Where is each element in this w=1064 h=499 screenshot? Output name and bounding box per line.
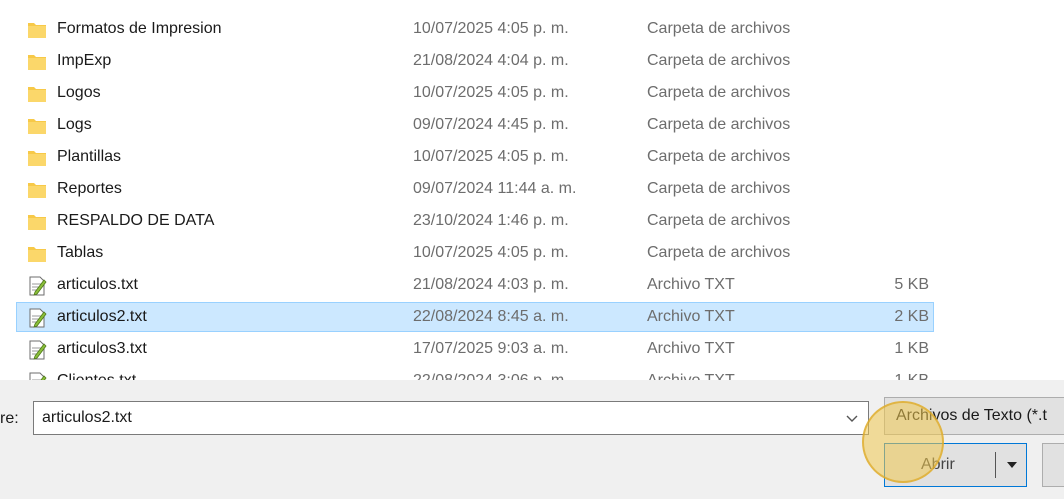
file-type: Carpeta de archivos [647, 244, 791, 261]
text-file-icon [27, 372, 47, 380]
text-file-icon [27, 340, 47, 360]
file-row[interactable]: articulos2.txt 22/08/2024 8:45 a. m. Archi… [16, 302, 934, 332]
file-name: Logos [57, 84, 101, 101]
file-date-modified: 09/07/2024 11:44 a. m. [413, 180, 577, 197]
file-row[interactable]: ImpExp 21/08/2024 4:04 p. m. Carpeta de ar… [16, 46, 934, 76]
file-name: articulos.txt [57, 276, 138, 293]
text-file-icon [27, 308, 47, 328]
folder-icon [27, 212, 47, 232]
file-date-modified: 10/07/2025 4:05 p. m. [413, 20, 569, 37]
file-date-modified: 09/07/2024 4:45 p. m. [413, 116, 569, 133]
file-name: Tablas [57, 244, 104, 261]
file-name-input[interactable] [34, 402, 834, 434]
file-row[interactable]: Reportes 09/07/2024 11:44 a. m. Carpeta de… [16, 174, 934, 204]
file-size: 1 KB [894, 340, 929, 357]
file-type: Carpeta de archivos [647, 180, 791, 197]
file-row[interactable]: Formatos de Impresion 10/07/2025 4:05 p. … [16, 14, 934, 44]
file-type: Carpeta de archivos [647, 20, 791, 37]
file-date-modified: 21/08/2024 4:04 p. m. [413, 52, 569, 69]
file-type: Carpeta de archivos [647, 52, 791, 69]
file-name: Formatos de Impresion [57, 20, 222, 37]
text-file-icon [27, 276, 47, 296]
file-size: 5 KB [894, 276, 929, 293]
file-type: Carpeta de archivos [647, 148, 791, 165]
file-date-modified: 10/07/2025 4:05 p. m. [413, 148, 569, 165]
file-size: 1 KB [894, 372, 929, 380]
file-name: articulos3.txt [57, 340, 147, 357]
file-type: Carpeta de archivos [647, 84, 791, 101]
folder-icon [27, 116, 47, 136]
file-name: Logs [57, 116, 92, 133]
file-type: Carpeta de archivos [647, 212, 791, 229]
open-dropdown-arrow-icon[interactable] [1001, 453, 1023, 477]
file-name: Reportes [57, 180, 122, 197]
file-date-modified: 17/07/2025 9:03 a. m. [413, 340, 569, 357]
file-type: Archivo TXT [647, 308, 735, 325]
file-date-modified: 10/07/2025 4:05 p. m. [413, 84, 569, 101]
file-type: Archivo TXT [647, 372, 735, 380]
file-name: articulos2.txt [57, 308, 147, 325]
folder-icon [27, 180, 47, 200]
file-row[interactable]: RESPALDO DE DATA 23/10/2024 1:46 p. m. Car… [16, 206, 934, 236]
file-type: Archivo TXT [647, 276, 735, 293]
folder-icon [27, 148, 47, 168]
file-type: Carpeta de archivos [647, 116, 791, 133]
file-type: Archivo TXT [647, 340, 735, 357]
file-row[interactable]: articulos3.txt 17/07/2025 9:03 a. m. Archi… [16, 334, 934, 364]
file-size: 2 KB [894, 308, 929, 325]
folder-icon [27, 52, 47, 72]
file-row[interactable]: Clientes.txt 22/08/2024 3:06 p. m. Archivo… [16, 366, 934, 380]
file-name: Clientes.txt [57, 372, 136, 380]
click-indicator [862, 401, 944, 483]
file-date-modified: 22/08/2024 3:06 p. m. [413, 372, 569, 380]
cancel-button[interactable] [1042, 443, 1064, 487]
file-row[interactable]: Logs 09/07/2024 4:45 p. m. Carpeta de arch… [16, 110, 934, 140]
folder-icon [27, 244, 47, 264]
file-date-modified: 22/08/2024 8:45 a. m. [413, 308, 569, 325]
file-date-modified: 23/10/2024 1:46 p. m. [413, 212, 569, 229]
file-list[interactable]: Formatos de Impresion 10/07/2025 4:05 p. … [0, 0, 1064, 380]
file-date-modified: 21/08/2024 4:03 p. m. [413, 276, 569, 293]
split-divider [995, 452, 996, 478]
file-name: RESPALDO DE DATA [57, 212, 215, 229]
file-name-combobox[interactable] [33, 401, 869, 435]
file-name-label: re: [0, 410, 19, 427]
file-name: ImpExp [57, 52, 112, 69]
file-row[interactable]: Plantillas 10/07/2025 4:05 p. m. Carpeta d… [16, 142, 934, 172]
file-row[interactable]: Logos 10/07/2025 4:05 p. m. Carpeta de arc… [16, 78, 934, 108]
folder-icon [27, 84, 47, 104]
file-name: Plantillas [57, 148, 122, 165]
folder-icon [27, 20, 47, 40]
file-date-modified: 10/07/2025 4:05 p. m. [413, 244, 569, 261]
file-row[interactable]: articulos.txt 21/08/2024 4:03 p. m. Archiv… [16, 270, 934, 300]
file-row[interactable]: Tablas 10/07/2025 4:05 p. m. Carpeta de ar… [16, 238, 934, 268]
